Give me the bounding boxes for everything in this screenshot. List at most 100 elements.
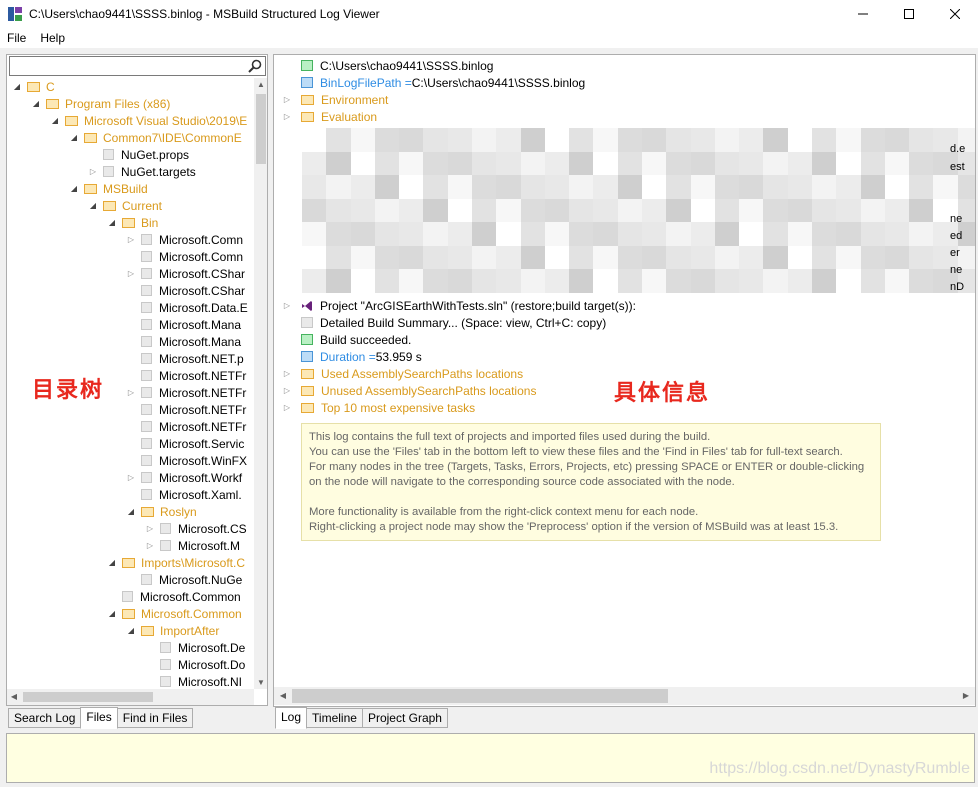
scrollbar-thumb[interactable] [292, 689, 668, 703]
tree-item[interactable]: Microsoft.NETFr [7, 418, 253, 435]
used-paths-node[interactable]: ▷ Used AssemblySearchPaths locations [282, 365, 523, 382]
collapse-arrow-icon[interactable]: ◢ [31, 95, 41, 112]
tree-item[interactable]: ◢ Bin [7, 214, 253, 231]
no-expander [126, 401, 136, 418]
build-status-row[interactable]: Build succeeded. [301, 331, 411, 348]
tree-item-label: Microsoft.CS [178, 521, 247, 536]
tree-vertical-scrollbar[interactable]: ▲ ▼ [254, 78, 267, 689]
tree-item[interactable]: Microsoft.Xaml. [7, 486, 253, 503]
tree-item[interactable]: Microsoft.Do [7, 656, 253, 673]
tab-log[interactable]: Log [275, 707, 308, 729]
tab-find-in-files[interactable]: Find in Files [116, 708, 194, 728]
tree-item[interactable]: Microsoft.WinFX [7, 452, 253, 469]
tree-item[interactable]: ▷ Microsoft.Workf [7, 469, 253, 486]
top-tasks-node[interactable]: ▷ Top 10 most expensive tasks [282, 399, 475, 416]
collapse-arrow-icon[interactable]: ◢ [126, 622, 136, 639]
minimize-button[interactable] [840, 0, 886, 28]
scroll-left-icon[interactable]: ◀ [276, 691, 290, 700]
tab-timeline[interactable]: Timeline [306, 708, 363, 728]
tree-item-label: Microsoft.Do [178, 657, 246, 672]
expand-arrow-icon[interactable]: ▷ [126, 265, 136, 282]
environment-node[interactable]: ▷ Environment [282, 91, 388, 108]
expand-arrow-icon[interactable]: ▷ [145, 537, 155, 554]
tree-item[interactable]: ◢ C [7, 78, 253, 95]
binlog-path-row[interactable]: C:\Users\chao9441\SSSS.binlog [301, 57, 493, 74]
tree-item[interactable]: ◢ Current [7, 197, 253, 214]
tree-item-label: Microsoft.Data.E [159, 300, 248, 315]
tree-item[interactable]: Microsoft.CShar [7, 282, 253, 299]
collapse-arrow-icon[interactable]: ◢ [107, 605, 117, 622]
tab-files[interactable]: Files [80, 707, 118, 729]
expand-arrow-icon[interactable]: ▷ [126, 384, 136, 401]
tree-item[interactable]: ◢ Common7\IDE\CommonE [7, 129, 253, 146]
collapse-arrow-icon[interactable]: ◢ [69, 129, 79, 146]
collapse-arrow-icon[interactable]: ◢ [88, 197, 98, 214]
search-box[interactable] [9, 56, 266, 76]
collapse-arrow-icon[interactable]: ◢ [107, 554, 117, 571]
project-node[interactable]: ▷ Project "ArcGISEarthWithTests.sln" (re… [282, 297, 636, 314]
pixelated-redaction [302, 128, 975, 293]
expand-arrow-icon[interactable]: ▷ [282, 399, 292, 416]
expand-arrow-icon[interactable]: ▷ [282, 365, 292, 382]
duration-row[interactable]: Duration = 53.959 s [301, 348, 422, 365]
tree-item[interactable]: ◢ Program Files (x86) [7, 95, 253, 112]
tree-item[interactable]: ◢ Microsoft Visual Studio\2019\E [7, 112, 253, 129]
collapse-arrow-icon[interactable]: ◢ [126, 503, 136, 520]
tree-item[interactable]: Microsoft.Servic [7, 435, 253, 452]
expand-arrow-icon[interactable]: ▷ [282, 297, 292, 314]
tree-item[interactable]: Microsoft.NET.p [7, 350, 253, 367]
tab-search-log[interactable]: Search Log [8, 708, 82, 728]
scrollbar-thumb[interactable] [256, 94, 266, 164]
close-button[interactable] [932, 0, 978, 28]
scroll-left-icon[interactable]: ◀ [7, 692, 21, 701]
tree-item[interactable]: ▷ NuGet.targets [7, 163, 253, 180]
evaluation-node[interactable]: ▷ Evaluation [282, 108, 377, 125]
tree-item[interactable]: Microsoft.Mana [7, 333, 253, 350]
expand-arrow-icon[interactable]: ▷ [88, 163, 98, 180]
tree-item[interactable]: Microsoft.Comn [7, 248, 253, 265]
tree-item[interactable]: Microsoft.NI [7, 673, 253, 689]
search-icon[interactable] [248, 59, 262, 73]
tree-horizontal-scrollbar[interactable]: ◀ [7, 689, 254, 705]
tree-item[interactable]: Microsoft.Data.E [7, 299, 253, 316]
title-bar: C:\Users\chao9441\SSSS.binlog - MSBuild … [0, 0, 978, 28]
collapse-arrow-icon[interactable]: ◢ [107, 214, 117, 231]
expand-arrow-icon[interactable]: ▷ [145, 520, 155, 537]
expand-arrow-icon[interactable]: ▷ [282, 108, 292, 125]
tree-item[interactable]: ▷ Microsoft.CShar [7, 265, 253, 282]
collapse-arrow-icon[interactable]: ◢ [50, 112, 60, 129]
menu-help[interactable]: Help [33, 31, 72, 45]
tree-item[interactable]: ◢ MSBuild [7, 180, 253, 197]
expand-arrow-icon[interactable]: ▷ [282, 382, 292, 399]
tree-item[interactable]: ◢ ImportAfter [7, 622, 253, 639]
log-horizontal-scrollbar[interactable]: ◀ ▶ [274, 687, 975, 705]
tree-item[interactable]: ◢ Roslyn [7, 503, 253, 520]
maximize-button[interactable] [886, 0, 932, 28]
tree-item[interactable]: NuGet.props [7, 146, 253, 163]
binlog-property-row[interactable]: BinLogFilePath = C:\Users\chao9441\SSSS.… [301, 74, 585, 91]
tree-item[interactable]: Microsoft.Mana [7, 316, 253, 333]
tree-item[interactable]: Microsoft.Common [7, 588, 253, 605]
scroll-right-icon[interactable]: ▶ [959, 691, 973, 700]
tree-item[interactable]: ◢ Microsoft.Common [7, 605, 253, 622]
collapse-arrow-icon[interactable]: ◢ [69, 180, 79, 197]
scroll-up-icon[interactable]: ▲ [254, 80, 267, 89]
tree-item[interactable]: ▷ Microsoft.CS [7, 520, 253, 537]
folder-icon [301, 111, 314, 122]
tree-item[interactable]: ▷ Microsoft.Comn [7, 231, 253, 248]
tree-item[interactable]: Microsoft.NuGe [7, 571, 253, 588]
search-input[interactable] [12, 57, 240, 75]
menu-file[interactable]: File [0, 31, 33, 45]
expand-arrow-icon[interactable]: ▷ [126, 231, 136, 248]
expand-arrow-icon[interactable]: ▷ [126, 469, 136, 486]
scrollbar-thumb[interactable] [23, 692, 153, 702]
unused-paths-node[interactable]: ▷ Unused AssemblySearchPaths locations [282, 382, 537, 399]
scroll-down-icon[interactable]: ▼ [254, 678, 267, 687]
tree-item[interactable]: ▷ Microsoft.M [7, 537, 253, 554]
tab-project-graph[interactable]: Project Graph [361, 708, 448, 728]
tree-item[interactable]: Microsoft.De [7, 639, 253, 656]
tree-item[interactable]: ◢ Imports\Microsoft.C [7, 554, 253, 571]
collapse-arrow-icon[interactable]: ◢ [12, 78, 22, 95]
expand-arrow-icon[interactable]: ▷ [282, 91, 292, 108]
build-summary-row[interactable]: Detailed Build Summary... (Space: view, … [301, 314, 606, 331]
